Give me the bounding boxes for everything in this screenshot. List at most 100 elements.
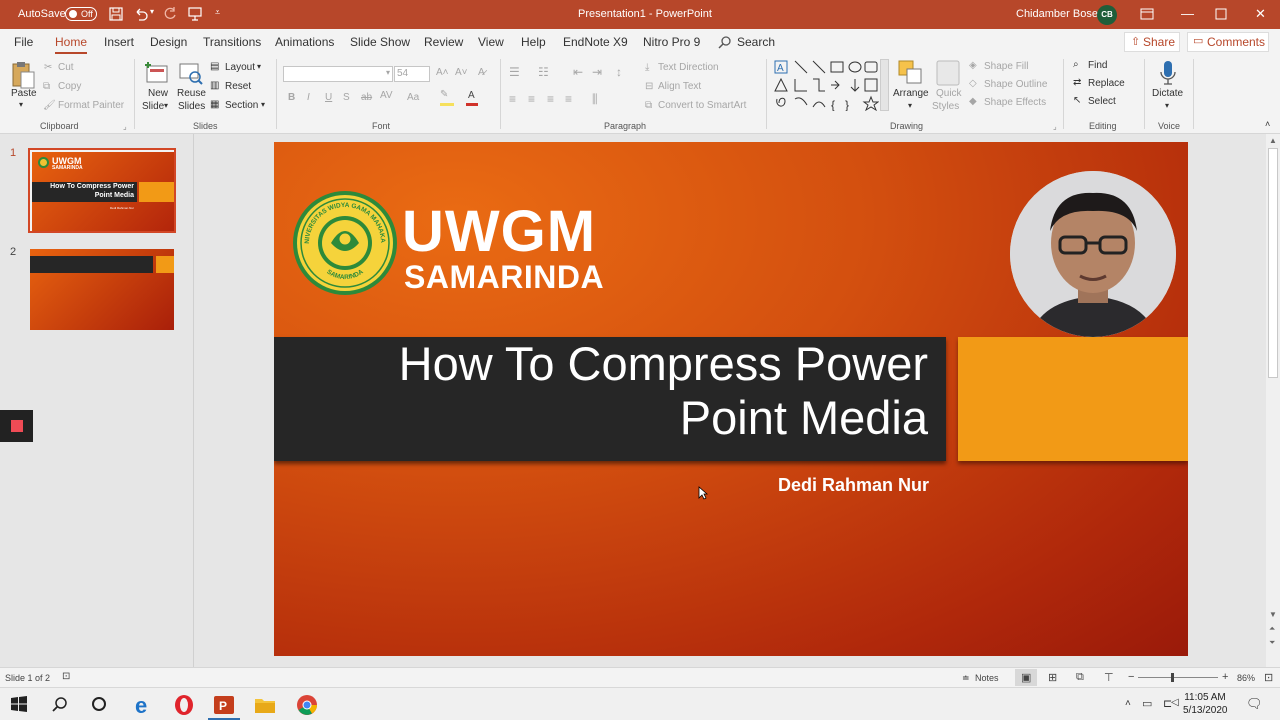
line-spacing-icon[interactable]: ↕ <box>616 65 622 79</box>
reuse-slides-icon[interactable] <box>178 60 204 86</box>
font-size-combobox[interactable]: 54 <box>394 66 430 82</box>
search-icon[interactable] <box>718 35 732 49</box>
chrome-browser-icon[interactable] <box>296 694 318 716</box>
new-slide-icon[interactable] <box>144 60 170 86</box>
tab-nitro[interactable]: Nitro Pro 9 <box>643 35 700 49</box>
vertical-scrollbar[interactable]: ▲ ▼ ⏶ ⏷ <box>1266 134 1280 667</box>
copy-button[interactable]: Copy <box>58 81 81 92</box>
present-from-beginning-icon[interactable] <box>187 6 203 22</box>
paste-label[interactable]: Paste <box>11 88 37 99</box>
previous-slide-icon[interactable]: ⏶ <box>1269 624 1275 634</box>
change-case-icon[interactable]: Aa <box>407 92 419 103</box>
section-button[interactable]: Section <box>225 100 258 111</box>
zoom-out-icon[interactable]: − <box>1128 671 1134 683</box>
arrange-dropdown-icon[interactable]: ▾ <box>908 101 912 110</box>
reset-button[interactable]: Reset <box>225 81 251 92</box>
zoom-slider-thumb[interactable] <box>1171 673 1174 682</box>
replace-button[interactable]: Replace <box>1088 78 1125 89</box>
align-text-button[interactable]: Align Text <box>658 81 701 92</box>
autosave-toggle[interactable]: Off <box>65 7 97 21</box>
tab-slide-show[interactable]: Slide Show <box>350 35 410 49</box>
slide-subtitle-author[interactable]: Dedi Rahman Nur <box>694 475 929 496</box>
shape-effects-button[interactable]: Shape Effects <box>984 97 1046 108</box>
notes-button[interactable]: Notes <box>975 673 999 683</box>
reuse-slides-label[interactable]: Reuse <box>177 88 206 99</box>
scrollbar-thumb[interactable] <box>1268 148 1278 378</box>
new-slide-label-2[interactable]: Slide <box>142 101 164 112</box>
reading-view-icon[interactable]: ⧉ <box>1076 671 1084 684</box>
next-slide-icon[interactable]: ⏷ <box>1269 638 1275 648</box>
close-icon[interactable]: ✕ <box>1255 6 1266 22</box>
tab-home[interactable]: Home <box>55 35 88 54</box>
tab-review[interactable]: Review <box>424 35 463 49</box>
windows-start-icon[interactable] <box>11 696 27 712</box>
zoom-slider[interactable] <box>1138 677 1218 678</box>
avatar[interactable]: CB <box>1097 5 1117 25</box>
user-name[interactable]: Chidamber Bose <box>1016 8 1098 20</box>
align-left-icon[interactable]: ≡ <box>509 92 516 106</box>
tab-transitions[interactable]: Transitions <box>203 35 261 49</box>
microphone-icon[interactable] <box>1158 59 1178 87</box>
underline-icon[interactable]: U <box>325 92 332 103</box>
arrange-label[interactable]: Arrange <box>893 88 929 99</box>
find-button[interactable]: Find <box>1088 60 1107 71</box>
normal-view-icon[interactable]: ▣ <box>1021 671 1031 684</box>
action-center-icon[interactable]: 🗨 <box>1246 696 1263 712</box>
tab-animations[interactable]: Animations <box>275 35 334 49</box>
collapse-ribbon-icon[interactable]: ˄ <box>1265 119 1270 129</box>
fit-to-window-icon[interactable]: ⊡ <box>1264 671 1273 684</box>
paste-dropdown-icon[interactable]: ▾ <box>19 100 23 109</box>
clear-formatting-icon[interactable]: A̷ <box>478 67 485 78</box>
quick-styles-icon[interactable] <box>935 59 961 87</box>
select-button[interactable]: Select <box>1088 96 1116 107</box>
undo-icon[interactable] <box>133 6 149 22</box>
strikethrough-icon[interactable]: ab <box>361 92 372 103</box>
show-hidden-icons[interactable]: ˄ <box>1125 698 1131 709</box>
text-direction-button[interactable]: Text Direction <box>658 62 719 73</box>
font-name-dropdown-icon[interactable]: ▾ <box>386 68 390 77</box>
increase-indent-icon[interactable]: ⇥ <box>592 65 602 79</box>
scroll-down-icon[interactable]: ▼ <box>1269 610 1277 619</box>
format-painter-button[interactable]: Format Painter <box>58 100 124 111</box>
layout-button[interactable]: Layout <box>225 62 255 73</box>
tab-design[interactable]: Design <box>150 35 187 49</box>
new-slide-dropdown-icon[interactable]: ▾ <box>164 101 168 110</box>
bullets-icon[interactable]: ☰ <box>509 65 520 79</box>
decrease-font-size-icon[interactable]: A˅ <box>455 67 468 78</box>
zoom-level[interactable]: 86% <box>1237 673 1255 683</box>
layout-dropdown-icon[interactable]: ▾ <box>257 62 261 71</box>
text-shadow-icon[interactable]: S <box>343 92 350 103</box>
columns-icon[interactable]: ⫼ <box>592 92 598 107</box>
shape-outline-button[interactable]: Shape Outline <box>984 79 1047 90</box>
highlight-icon[interactable]: ✎ <box>440 89 448 100</box>
align-center-icon[interactable]: ≡ <box>528 92 535 106</box>
customize-qat-icon[interactable]: ⩡ <box>215 7 220 18</box>
character-spacing-icon[interactable]: AV <box>380 90 393 101</box>
slide-thumbnail-1[interactable]: UWGM SAMARINDA How To Compress Power Poi… <box>28 148 176 233</box>
dictate-dropdown-icon[interactable]: ▾ <box>1165 101 1169 110</box>
edge-browser-icon[interactable]: e <box>133 694 155 716</box>
decrease-indent-icon[interactable]: ⇤ <box>573 65 583 79</box>
redo-icon[interactable] <box>162 6 178 22</box>
maximize-icon[interactable] <box>1215 8 1227 20</box>
recording-stop-button[interactable] <box>0 410 33 442</box>
accessibility-icon[interactable]: ⊡ <box>62 671 70 682</box>
volume-icon[interactable]: ◁ <box>1171 697 1179 708</box>
search-icon[interactable] <box>52 696 68 712</box>
save-icon[interactable] <box>108 6 124 22</box>
zoom-in-icon[interactable]: + <box>1222 671 1228 683</box>
ribbon-display-options-icon[interactable] <box>1139 6 1155 22</box>
file-explorer-icon[interactable] <box>254 694 276 716</box>
powerpoint-app-icon[interactable]: P <box>213 694 235 716</box>
clipboard-launcher-icon[interactable]: ⌟ <box>123 122 127 131</box>
tab-view[interactable]: View <box>478 35 504 49</box>
slide-canvas[interactable]: UNIVERSITAS WIDYA GAMA MAHAKAM SAMARINDA… <box>274 142 1188 656</box>
cut-button[interactable]: Cut <box>58 62 74 73</box>
font-color-icon[interactable]: A <box>468 90 475 101</box>
slide-title[interactable]: How To Compress Power Point Media <box>314 337 928 445</box>
slide-thumbnail-2[interactable] <box>30 249 174 330</box>
numbering-icon[interactable]: ☷ <box>538 65 549 79</box>
tab-file[interactable]: File <box>14 35 33 49</box>
arrange-icon[interactable] <box>897 59 925 87</box>
search-label[interactable]: Search <box>737 35 775 49</box>
